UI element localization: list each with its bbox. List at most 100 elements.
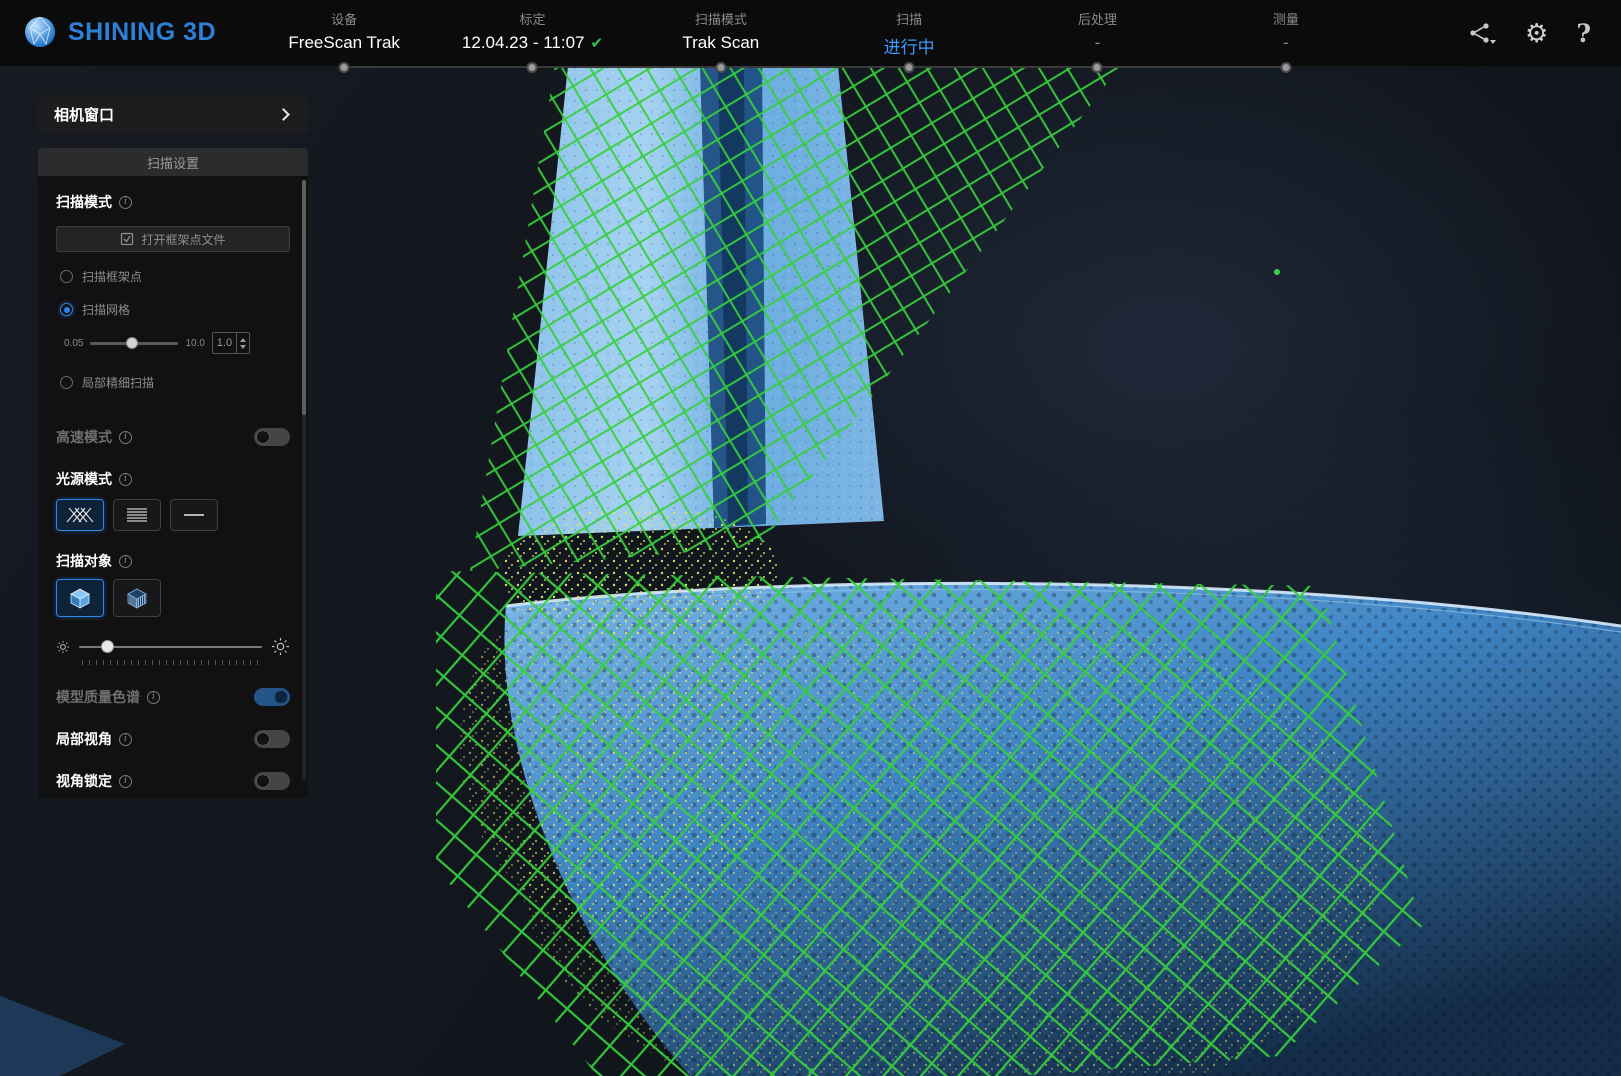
light-mode-crosshatch-button[interactable] — [56, 499, 104, 531]
step-title: 设备 — [331, 9, 357, 28]
calibration-value: 12.04.23 - 11:07 — [462, 33, 585, 53]
step-dot — [904, 62, 915, 73]
local-view-toggle[interactable] — [254, 730, 290, 748]
high-speed-toggle[interactable] — [254, 428, 290, 446]
brightness-slider-row — [56, 637, 290, 656]
corner-glow — [0, 996, 125, 1076]
info-icon[interactable] — [119, 555, 132, 568]
resolution-slider-thumb[interactable] — [126, 337, 138, 349]
step-value: 进行中 — [884, 33, 935, 58]
brightness-slider-thumb[interactable] — [101, 640, 114, 653]
local-view-row: 局部视角 — [56, 729, 290, 749]
brightness-high-icon — [271, 637, 290, 656]
scan-settings-panel: 扫描设置 扫描模式 打开框架点文件 扫描框架点 扫描网格 0.05 1 — [38, 148, 308, 798]
light-source-options — [56, 499, 290, 531]
open-frame-file-button[interactable]: 打开框架点文件 — [56, 226, 290, 252]
radio-scan-mesh[interactable]: 扫描网格 — [60, 301, 290, 318]
view-lock-label: 视角锁定 — [56, 771, 112, 791]
high-speed-mode-row: 高速模式 — [56, 427, 290, 447]
workflow-step-device[interactable]: 设备 FreeScan Trak — [250, 0, 438, 66]
resolution-input[interactable]: 1.0 — [212, 332, 250, 354]
workflow-step-scan-mode[interactable]: 扫描模式 Trak Scan — [627, 0, 815, 66]
radio-label: 局部精细扫描 — [82, 374, 154, 391]
multi-lines-icon — [123, 507, 151, 523]
step-value: - — [1283, 33, 1289, 53]
step-value: FreeScan Trak — [288, 33, 400, 53]
workflow-step-measurement[interactable]: 测量 - — [1192, 0, 1380, 66]
toggle-knob — [256, 732, 270, 746]
camera-window-panel[interactable]: 相机窗口 — [38, 95, 308, 133]
resolution-max: 10.0 — [185, 338, 204, 349]
light-source-label-row: 光源模式 — [56, 469, 290, 489]
workflow-step-calibration[interactable]: 标定 12.04.23 - 11:07 ✔ — [438, 0, 626, 66]
resolution-slider-row: 0.05 10.0 1.0 — [64, 332, 290, 354]
single-line-icon — [180, 507, 208, 523]
file-check-icon — [120, 232, 134, 246]
step-title: 测量 — [1273, 9, 1299, 28]
shining3d-logo-icon — [22, 14, 58, 50]
resolution-value: 1.0 — [213, 337, 236, 349]
info-icon[interactable] — [147, 691, 160, 704]
open-frame-file-label: 打开框架点文件 — [141, 231, 225, 248]
help-icon[interactable]: ? — [1576, 21, 1591, 46]
scan-mode-label: 扫描模式 — [56, 192, 112, 212]
scan-mode-label-row: 扫描模式 — [56, 192, 290, 212]
workflow-step-post-processing[interactable]: 后处理 - — [1003, 0, 1191, 66]
panel-scrollbar[interactable] — [302, 180, 306, 780]
striped-cube-icon — [125, 586, 149, 610]
spinner-down-icon[interactable] — [240, 345, 246, 349]
radio-scan-frame-points[interactable]: 扫描框架点 — [60, 268, 290, 285]
radio-local-fine-scan[interactable]: 局部精细扫描 — [60, 374, 290, 391]
info-icon[interactable] — [119, 473, 132, 486]
solid-cube-icon — [68, 586, 92, 610]
scan-object-label-row: 扫描对象 — [56, 551, 290, 571]
step-title: 扫描模式 — [695, 9, 747, 28]
crosshatch-lines-icon — [66, 507, 94, 523]
view-lock-row: 视角锁定 — [56, 771, 290, 791]
resolution-spinner — [236, 333, 249, 353]
toggle-knob — [274, 690, 288, 704]
settings-gear-icon[interactable]: ⚙ — [1525, 20, 1548, 46]
step-dot — [1280, 62, 1291, 73]
brand-name: SHINING 3D — [68, 18, 216, 47]
resolution-slider[interactable] — [90, 342, 178, 345]
radio-label: 扫描网格 — [82, 301, 130, 318]
quality-map-row: 模型质量色谱 — [56, 687, 290, 707]
scan-object-options — [56, 579, 290, 617]
object-general-button[interactable] — [56, 579, 104, 617]
brightness-ticks — [82, 660, 260, 665]
panel-scrollbar-thumb[interactable] — [302, 180, 306, 415]
quality-map-toggle[interactable] — [254, 688, 290, 706]
toggle-knob — [256, 774, 270, 788]
workflow-step-scan[interactable]: 扫描 进行中 — [815, 0, 1003, 66]
light-mode-multiline-button[interactable] — [113, 499, 161, 531]
quality-map-label: 模型质量色谱 — [56, 687, 140, 707]
share-icon[interactable] — [1467, 21, 1497, 45]
radio-label: 扫描框架点 — [82, 268, 142, 285]
top-icons: ⚙ ? — [1467, 0, 1591, 66]
info-icon[interactable] — [119, 196, 132, 209]
view-lock-toggle[interactable] — [254, 772, 290, 790]
step-value: Trak Scan — [682, 33, 759, 53]
object-dark-shiny-button[interactable] — [113, 579, 161, 617]
brightness-slider[interactable] — [79, 646, 262, 648]
step-title: 后处理 — [1078, 9, 1117, 28]
brand: SHINING 3D — [22, 14, 216, 50]
radio-icon — [60, 270, 73, 283]
info-icon[interactable] — [119, 431, 132, 444]
workflow-steps: 设备 FreeScan Trak 标定 12.04.23 - 11:07 ✔ 扫… — [250, 0, 1380, 66]
step-value: - — [1095, 33, 1101, 53]
step-dot — [339, 62, 350, 73]
toggle-knob — [256, 430, 270, 444]
workflow-progress-line — [344, 66, 1285, 68]
step-dot — [527, 62, 538, 73]
step-title: 扫描 — [896, 9, 922, 28]
step-dot — [715, 62, 726, 73]
spinner-up-icon[interactable] — [240, 338, 246, 342]
light-mode-singleline-button[interactable] — [170, 499, 218, 531]
top-bar: SHINING 3D 设备 FreeScan Trak 标定 12.04.23 … — [0, 0, 1621, 66]
scan-settings-title: 扫描设置 — [38, 148, 308, 176]
info-icon[interactable] — [119, 733, 132, 746]
info-icon[interactable] — [119, 775, 132, 788]
camera-window-title: 相机窗口 — [54, 104, 114, 125]
